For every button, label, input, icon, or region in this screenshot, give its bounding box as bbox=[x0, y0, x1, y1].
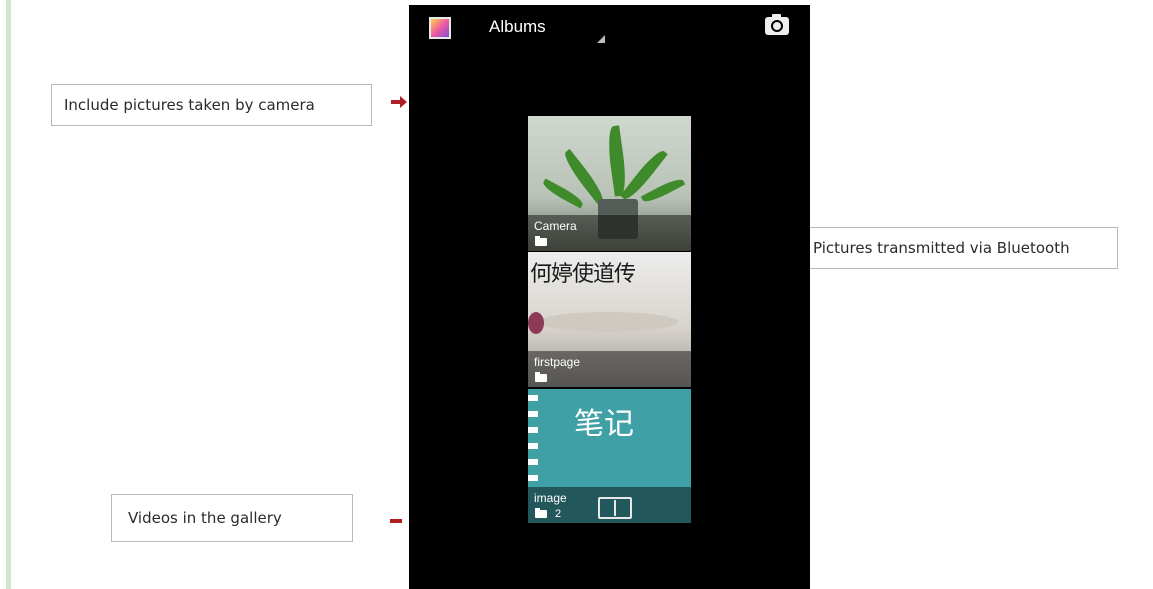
callout-bluetooth-pictures: Pictures transmitted via Bluetooth bbox=[808, 227, 1118, 269]
folder-icon bbox=[535, 236, 547, 246]
album-camera[interactable]: Camera bbox=[528, 116, 691, 251]
view-dropdown-icon[interactable] bbox=[597, 35, 605, 43]
album-view-title[interactable]: Albums bbox=[489, 17, 546, 37]
plant-leaf bbox=[540, 178, 586, 209]
notebook-binding bbox=[528, 443, 538, 449]
album-label: firstpage bbox=[534, 355, 581, 369]
gallery-icon[interactable] bbox=[429, 17, 451, 39]
thumbnail-artwork bbox=[528, 312, 544, 334]
notebook-binding bbox=[528, 411, 538, 417]
camera-icon[interactable] bbox=[765, 14, 789, 35]
notebook-binding bbox=[528, 459, 538, 465]
left-rule bbox=[6, 0, 11, 589]
arrow-camera-callout bbox=[391, 96, 407, 108]
folder-icon bbox=[535, 372, 547, 382]
plant-leaf bbox=[605, 125, 629, 197]
book-icon bbox=[598, 497, 632, 519]
callout-videos-text: Videos in the gallery bbox=[128, 509, 282, 527]
album-count: 2 bbox=[555, 508, 562, 520]
notebook-binding bbox=[528, 395, 538, 401]
album-image[interactable]: 笔记 image 2 bbox=[528, 389, 691, 523]
notebook-binding bbox=[528, 475, 538, 481]
callout-bluetooth-text: Pictures transmitted via Bluetooth bbox=[813, 239, 1070, 257]
folder-icon bbox=[535, 508, 547, 518]
album-firstpage[interactable]: 何婷使道传 firstpage bbox=[528, 252, 691, 387]
phone-screen: Albums Camera 何婷使道传 firstpage 笔记 image 2 bbox=[409, 5, 810, 589]
notebook-binding bbox=[528, 427, 538, 433]
thumbnail-artwork bbox=[538, 312, 678, 332]
album-label: image bbox=[534, 491, 567, 505]
callout-videos: Videos in the gallery bbox=[111, 494, 353, 542]
callout-camera-text: Include pictures taken by camera bbox=[64, 96, 315, 114]
arrow-videos-callout bbox=[390, 519, 402, 523]
callout-camera-pictures: Include pictures taken by camera bbox=[51, 84, 372, 126]
calligraphy-artwork: 何婷使道传 bbox=[530, 262, 636, 287]
album-thumb-text: 笔记 bbox=[574, 407, 634, 442]
album-label: Camera bbox=[534, 219, 577, 233]
